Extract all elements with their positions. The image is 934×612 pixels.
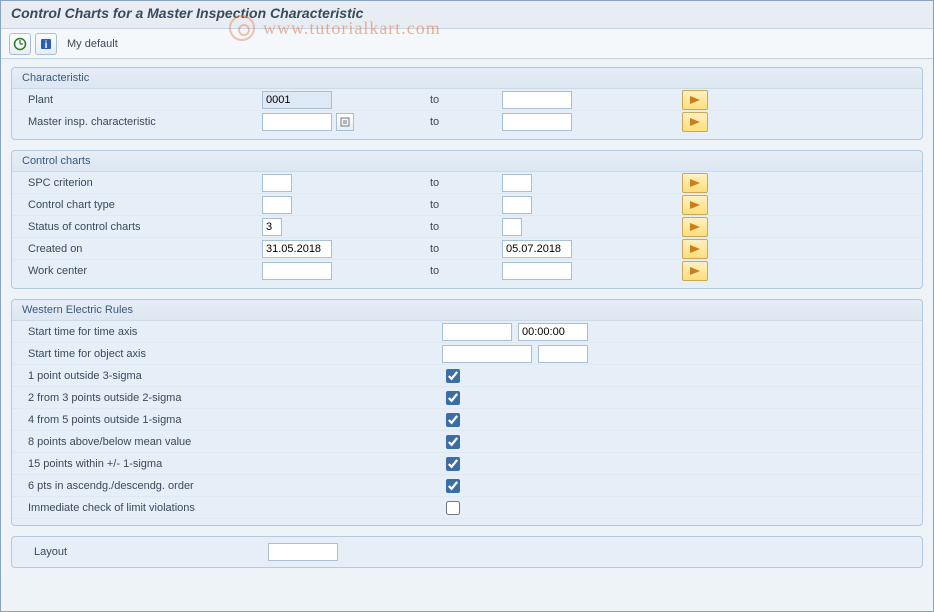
row-created: Created on to [12,238,922,260]
page-title: Control Charts for a Master Inspection C… [1,1,933,29]
content-area: Characteristic Plant to Master insp. cha… [1,59,933,586]
created-from-input[interactable] [262,240,332,258]
my-default-label[interactable]: My default [67,38,118,50]
row-mic: Master insp. characteristic to [12,111,922,133]
group-control-charts: Control charts SPC criterion to Control … [11,150,923,289]
plant-multiselect-button[interactable] [682,90,708,110]
row-rule4: 8 points above/below mean value [12,431,922,453]
label-created: Created on [22,243,262,255]
label-rule2: 2 from 3 points outside 2-sigma [22,392,442,404]
group-wer-title: Western Electric Rules [12,300,922,321]
mic-from-valuehelp[interactable] [336,113,354,131]
spc-to-input[interactable] [502,174,532,192]
row-rule6: 6 pts in ascendg./descendg. order [12,475,922,497]
label-rule1: 1 point outside 3-sigma [22,370,442,382]
plant-from-input[interactable] [262,91,332,109]
row-start-time-axis: Start time for time axis [12,321,922,343]
to-label: to [402,199,502,211]
created-to-input[interactable] [502,240,572,258]
row-layout: Layout [12,537,922,567]
rule2-checkbox[interactable] [446,391,460,405]
row-wc: Work center to [12,260,922,282]
row-cctype: Control chart type to [12,194,922,216]
group-characteristic-title: Characteristic [12,68,922,89]
rule4-checkbox[interactable] [446,435,460,449]
row-rule1: 1 point outside 3-sigma [12,365,922,387]
label-rule4: 8 points above/below mean value [22,436,442,448]
layout-input[interactable] [268,543,338,561]
to-label: to [402,265,502,277]
group-control-charts-title: Control charts [12,151,922,172]
to-label: to [402,177,502,189]
label-start-obj-axis: Start time for object axis [22,348,442,360]
wc-from-input[interactable] [262,262,332,280]
rule7-checkbox[interactable] [446,501,460,515]
start-time-axis-date-input[interactable] [442,323,512,341]
label-rule6: 6 pts in ascendg./descendg. order [22,480,442,492]
label-plant: Plant [22,94,262,106]
label-status: Status of control charts [22,221,262,233]
row-status: Status of control charts to [12,216,922,238]
mic-multiselect-button[interactable] [682,112,708,132]
variant-button[interactable]: i [35,33,57,55]
group-wer: Western Electric Rules Start time for ti… [11,299,923,526]
start-obj-axis-input1[interactable] [442,345,532,363]
app-window: Control Charts for a Master Inspection C… [0,0,934,612]
label-rule5: 15 points within +/- 1-sigma [22,458,442,470]
to-label: to [402,94,502,106]
rule1-checkbox[interactable] [446,369,460,383]
cctype-from-input[interactable] [262,196,292,214]
label-spc: SPC criterion [22,177,262,189]
toolbar: i My default [1,29,933,59]
to-label: to [402,221,502,233]
mic-from-input[interactable] [262,113,332,131]
rule5-checkbox[interactable] [446,457,460,471]
wc-multiselect-button[interactable] [682,261,708,281]
plant-to-input[interactable] [502,91,572,109]
execute-button[interactable] [9,33,31,55]
label-cctype: Control chart type [22,199,262,211]
row-plant: Plant to [12,89,922,111]
cctype-multiselect-button[interactable] [682,195,708,215]
group-layout: Layout [11,536,923,568]
label-layout: Layout [28,546,268,558]
spc-multiselect-button[interactable] [682,173,708,193]
label-mic: Master insp. characteristic [22,116,262,128]
label-rule3: 4 from 5 points outside 1-sigma [22,414,442,426]
label-rule7: Immediate check of limit violations [22,502,442,514]
row-start-obj-axis: Start time for object axis [12,343,922,365]
status-multiselect-button[interactable] [682,217,708,237]
mic-to-input[interactable] [502,113,572,131]
svg-text:i: i [45,40,48,51]
row-rule3: 4 from 5 points outside 1-sigma [12,409,922,431]
status-from-input[interactable] [262,218,282,236]
to-label: to [402,243,502,255]
row-spc: SPC criterion to [12,172,922,194]
start-time-axis-time-input[interactable] [518,323,588,341]
start-obj-axis-input2[interactable] [538,345,588,363]
label-start-time-axis: Start time for time axis [22,326,442,338]
row-rule2: 2 from 3 points outside 2-sigma [12,387,922,409]
label-wc: Work center [22,265,262,277]
wc-to-input[interactable] [502,262,572,280]
group-characteristic: Characteristic Plant to Master insp. cha… [11,67,923,140]
status-to-input[interactable] [502,218,522,236]
cctype-to-input[interactable] [502,196,532,214]
rule3-checkbox[interactable] [446,413,460,427]
to-label: to [402,116,502,128]
rule6-checkbox[interactable] [446,479,460,493]
row-rule7: Immediate check of limit violations [12,497,922,519]
created-multiselect-button[interactable] [682,239,708,259]
row-rule5: 15 points within +/- 1-sigma [12,453,922,475]
spc-from-input[interactable] [262,174,292,192]
